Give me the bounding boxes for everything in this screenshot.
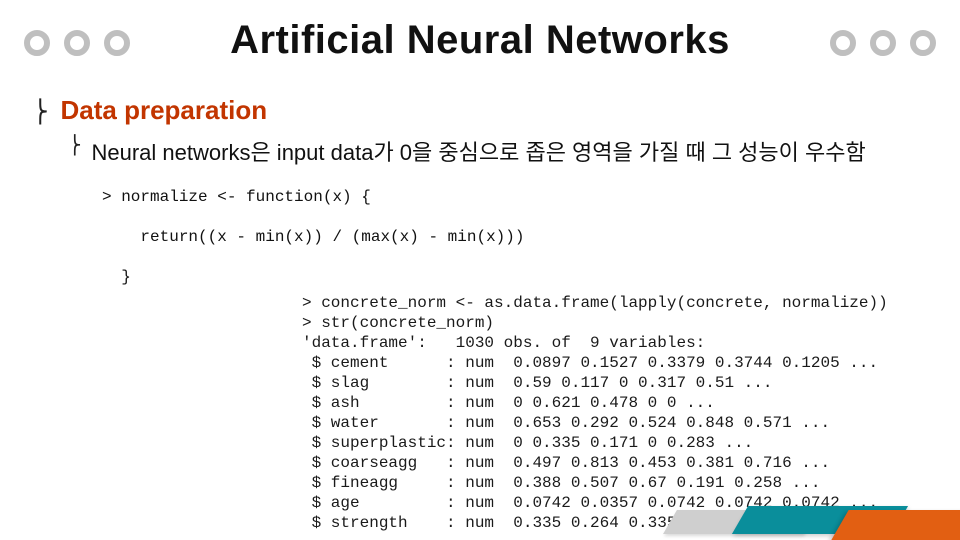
subpoint-row: ⎬ Neural networks은 input data가 0을 중심으로 좁… (68, 136, 928, 169)
section-heading-row: ⎬ Data preparation (32, 95, 928, 126)
section-heading: Data preparation (61, 95, 268, 126)
ring-icon (64, 30, 90, 56)
footer-decoration (560, 500, 960, 540)
ring-icon (830, 30, 856, 56)
slide-header: Artificial Neural Networks (0, 0, 960, 63)
bullet-icon: ⎬ (32, 101, 49, 123)
deco-parallelogram-orange (831, 510, 960, 540)
subpoint-text: Neural networks은 input data가 0을 중심으로 좁은 … (92, 136, 866, 169)
decorative-rings-right (830, 30, 936, 56)
code-block-normalize: > normalize <- function(x) { return((x -… (102, 187, 928, 287)
slide-body: ⎬ Data preparation ⎬ Neural networks은 in… (0, 63, 960, 533)
ring-icon (870, 30, 896, 56)
decorative-rings-left (24, 30, 130, 56)
ring-icon (910, 30, 936, 56)
bullet-icon: ⎬ (68, 136, 82, 154)
ring-icon (24, 30, 50, 56)
slide-title: Artificial Neural Networks (230, 18, 730, 63)
r-output-block: > concrete_norm <- as.data.frame(lapply(… (302, 293, 928, 533)
ring-icon (104, 30, 130, 56)
